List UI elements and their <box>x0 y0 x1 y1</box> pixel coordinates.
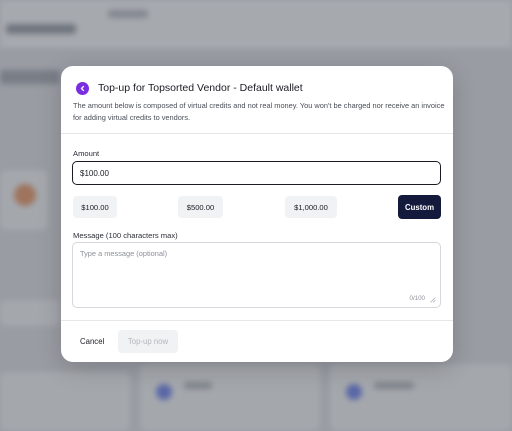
cancel-button[interactable]: Cancel <box>73 330 113 352</box>
chevron-left-icon <box>80 85 85 92</box>
topup-modal: Top-up for Topsorted Vendor - Default wa… <box>61 66 453 362</box>
back-button[interactable] <box>76 82 89 95</box>
message-field[interactable]: 0/100 <box>72 242 441 308</box>
amount-input[interactable] <box>72 161 441 185</box>
modal-description: The amount below is composed of virtual … <box>73 101 445 122</box>
custom-amount-button[interactable]: Custom <box>398 195 441 219</box>
resize-handle-icon[interactable] <box>429 296 436 303</box>
topup-now-button[interactable]: Top-up now <box>118 330 178 353</box>
modal-title: Top-up for Topsorted Vendor - Default wa… <box>98 82 303 94</box>
character-counter: 0/100 <box>409 295 425 302</box>
preset-100-button[interactable]: $100.00 <box>73 196 117 218</box>
preset-500-button[interactable]: $500.00 <box>178 196 223 218</box>
message-textarea[interactable] <box>80 249 430 293</box>
preset-1000-button[interactable]: $1,000.00 <box>285 196 337 218</box>
message-label: Message (100 characters max) <box>73 231 178 240</box>
amount-label: Amount <box>73 149 100 158</box>
modal-header: Top-up for Topsorted Vendor - Default wa… <box>61 66 453 134</box>
